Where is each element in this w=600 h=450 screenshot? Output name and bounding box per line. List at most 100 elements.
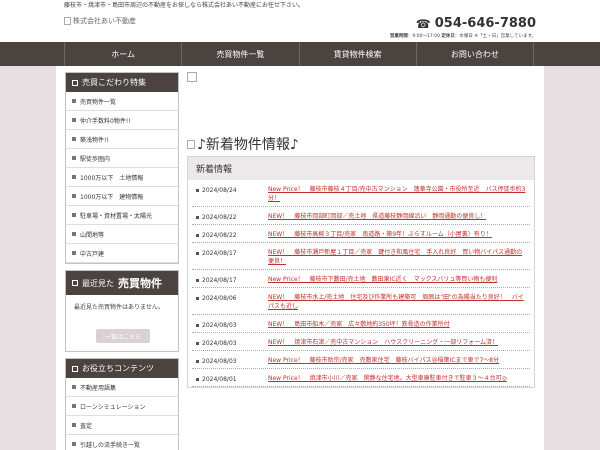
main-nav: ホーム 売買物件一覧 賃貸物件検索 お問い合わせ	[64, 42, 534, 66]
news-link[interactable]: New Price！ 藤枝市下藪田/売土地 藪田東IC近く マックスバリュ等買い…	[268, 275, 526, 284]
sidebar-item-glossary[interactable]: 不動産用語集	[66, 378, 178, 397]
news-link[interactable]: NEW！ 藤枝市高柳３丁目/売家 南道路・築9年！ぶらすルーム（小屋裏）有り！	[268, 230, 526, 239]
sidebar-item-building-under-10m[interactable]: 1000万以下 建物情報	[66, 187, 178, 206]
news-link[interactable]: NEW！ 藤枝市瀬戸新屋１丁目／売家 鍵付き和風住宅 手入れ良好 買い物バイパス…	[268, 248, 526, 266]
bullet-icon	[196, 252, 199, 255]
news-section-title: ♪新着物件情報♪	[187, 134, 535, 154]
bullet-icon	[72, 404, 76, 408]
logo[interactable]: 株式会社あい不動産	[64, 16, 136, 26]
sidebar-item-zero-fee[interactable]: 仲介手数料0物件!!	[66, 111, 178, 130]
news-date: 2024/08/17	[196, 248, 268, 266]
nav-item-contact[interactable]: お問い合わせ	[416, 42, 534, 66]
list-item: 2024/08/17 New Price！ 藤枝市下藪田/売土地 藪田東IC近く…	[192, 270, 530, 288]
news-date-text: 2024/08/03	[202, 340, 237, 347]
news-date-text: 2024/08/03	[202, 358, 237, 365]
sidebar-item-loan-sim[interactable]: ローンシミュレーション	[66, 397, 178, 416]
bullet-icon	[196, 342, 199, 345]
sidebar-item-near-station[interactable]: 駅徒歩圏内	[66, 149, 178, 168]
list-item: 2024/08/22 NEW！ 藤枝市岡部町岡部／売土地 県道藤枝静岡線沿い 静…	[192, 207, 530, 225]
sidebar-item-newer-build[interactable]: 築浅物件!!	[66, 130, 178, 149]
sidebar-item-used-house[interactable]: 中古戸建	[66, 244, 178, 263]
features-box: 売買こだわり特集 売買物件一覧 仲介手数料0物件!! 築浅物件!! 駅徒歩圏内 …	[65, 72, 179, 264]
sidebar-item-label: 不動産用語集	[80, 384, 117, 392]
bullet-icon	[72, 423, 76, 427]
bullet-icon	[72, 137, 76, 141]
sidebar-item-moving[interactable]: 引越しの流手続き一覧	[66, 435, 178, 450]
list-item: 2024/08/17 NEW！ 藤枝市瀬戸新屋１丁目／売家 鍵付き和風住宅 手入…	[192, 243, 530, 270]
sidebar-item-parking-solar[interactable]: 駐車場・資材置場・太陽光	[66, 206, 178, 225]
news-date-text: 2024/08/22	[202, 232, 237, 239]
phone-text: 054-646-7880	[434, 16, 536, 31]
recent-list-button[interactable]: 一覧はこちら	[96, 329, 150, 343]
news-title-text: ♪新着物件情報♪	[197, 137, 299, 153]
news-date: 2024/08/06	[196, 293, 268, 311]
list-item: 2024/08/24 New Price！ 藤枝市藤枝４丁目/売中古マンション …	[192, 180, 530, 207]
telephone-icon: ☎	[415, 16, 431, 31]
sidebar-item-label: 査定	[80, 422, 93, 430]
heading-marker-icon	[72, 365, 78, 372]
news-link[interactable]: New Price！ 焼津市小川／売家 閑静な住宅地。大型車庫駐車付きで駐車３～…	[268, 374, 526, 383]
bullet-icon	[196, 279, 199, 282]
useful-title: お役立ちコンテンツ	[82, 364, 154, 373]
recent-box: 最近見た 売買物件 最近見た売買物件はありません。 一覧はこちら	[65, 270, 179, 352]
nav-item-rental-search[interactable]: 賃貸物件検索	[299, 42, 417, 66]
bullet-icon	[72, 232, 76, 236]
sidebar-item-land-under-10m[interactable]: 1000万以下 土地情報	[66, 168, 178, 187]
news-link[interactable]: NEW！ 藤枝市岡部町岡部／売土地 県道藤枝静岡線沿い 静岡通勤の便良し！	[268, 212, 526, 221]
features-heading: 売買こだわり特集	[66, 73, 178, 92]
business-hours: 営業時間：9:00～17:00 定休日：水曜日 ※「土・日」営業しています。	[390, 33, 536, 39]
news-link[interactable]: NEW！ 焼津市石津／売中古マンション ハウスクリーニング・一部リフォーム済！	[268, 338, 526, 347]
bullet-icon	[72, 442, 76, 446]
recent-heading: 最近見た 売買物件	[66, 271, 178, 295]
sidebar-item-mountain[interactable]: 山間地等	[66, 225, 178, 244]
sidebar-item-label: 駅徒歩圏内	[80, 155, 111, 163]
sidebar-item-label: 売買物件一覧	[80, 98, 117, 106]
bullet-icon	[196, 297, 199, 300]
news-link[interactable]: NEW！ 藤枝市水上/売土地 住宅及び作業所も建築可 周囲は"田"の為陽当たり良…	[268, 293, 526, 311]
news-date-text: 2024/08/22	[202, 214, 237, 221]
bullet-icon	[196, 234, 199, 237]
news-link[interactable]: NEW！ 島田市船木／売家 広々敷地約350坪！鉄骨造の作業所付	[268, 320, 526, 329]
list-item: 2024/08/01 New Price！ 焼津市小川／売家 閑静な住宅地。大型…	[192, 369, 530, 387]
nav-item-home[interactable]: ホーム	[64, 42, 183, 66]
news-date-text: 2024/08/03	[202, 322, 237, 329]
news-date: 2024/08/03	[196, 338, 268, 347]
bullet-icon	[72, 251, 76, 255]
nav-item-sale-list[interactable]: 売買物件一覧	[182, 42, 300, 66]
bullet-icon	[196, 378, 199, 381]
useful-box: お役立ちコンテンツ 不動産用語集 ローンシミュレーション 査定 引越しの流手続き…	[65, 358, 179, 450]
bullet-icon	[196, 360, 199, 363]
bullet-icon	[72, 213, 76, 217]
news-date: 2024/08/03	[196, 320, 268, 329]
closed-label: 定休日	[441, 34, 455, 39]
bullet-icon	[196, 324, 199, 327]
sidebar-item-sale-list[interactable]: 売買物件一覧	[66, 92, 178, 111]
list-item: 2024/08/03 New Price！ 藤枝市助宗/売家 売敷家住宅 藤枝バ…	[192, 351, 530, 369]
phone-number: ☎ 054-646-7880	[416, 16, 536, 31]
news-date: 2024/08/03	[196, 356, 268, 365]
news-date: 2024/08/22	[196, 230, 268, 239]
bullet-icon	[196, 189, 199, 192]
news-link[interactable]: New Price！ 藤枝市助宗/売家 売敷家住宅 藤枝バイパス谷稲葉ICまで車…	[268, 356, 526, 365]
sidebar-item-label: 1000万以下 土地情報	[80, 174, 144, 182]
sidebar: 売買こだわり特集 売買物件一覧 仲介手数料0物件!! 築浅物件!! 駅徒歩圏内 …	[65, 72, 179, 450]
bullet-icon	[72, 385, 76, 389]
list-item: 2024/08/03 NEW！ 焼津市石津／売中古マンション ハウスクリーニング…	[192, 333, 530, 351]
header: 藤枝市・焼津市・島田市周辺の不動産をお探しなら株式会社あい不動産にお任せ下さい。…	[0, 0, 600, 42]
hours-label: 営業時間	[389, 34, 408, 39]
news-date: 2024/08/01	[196, 374, 268, 383]
bullet-icon	[72, 99, 76, 103]
sidebar-item-label: 引越しの流手続き一覧	[80, 441, 141, 449]
news-link[interactable]: New Price！ 藤枝市藤枝４丁目/売中古マンション 蓮華寺公園・市役所至近…	[268, 185, 526, 203]
sidebar-item-label: 中古戸建	[80, 250, 105, 258]
broken-image-icon	[187, 72, 197, 82]
news-heading: 新着情報	[188, 157, 534, 180]
bullet-icon	[72, 175, 76, 179]
sidebar-item-label: 山間地等	[80, 231, 105, 239]
sidebar-item-label: 1000万以下 建物情報	[80, 193, 144, 201]
sidebar-item-label: 駐車場・資材置場・太陽光	[80, 212, 153, 220]
sidebar-item-label: 仲介手数料0物件!!	[80, 117, 131, 125]
sidebar-item-label: ローンシミュレーション	[80, 403, 146, 411]
news-date: 2024/08/22	[196, 212, 268, 221]
sidebar-item-appraisal[interactable]: 査定	[66, 416, 178, 435]
